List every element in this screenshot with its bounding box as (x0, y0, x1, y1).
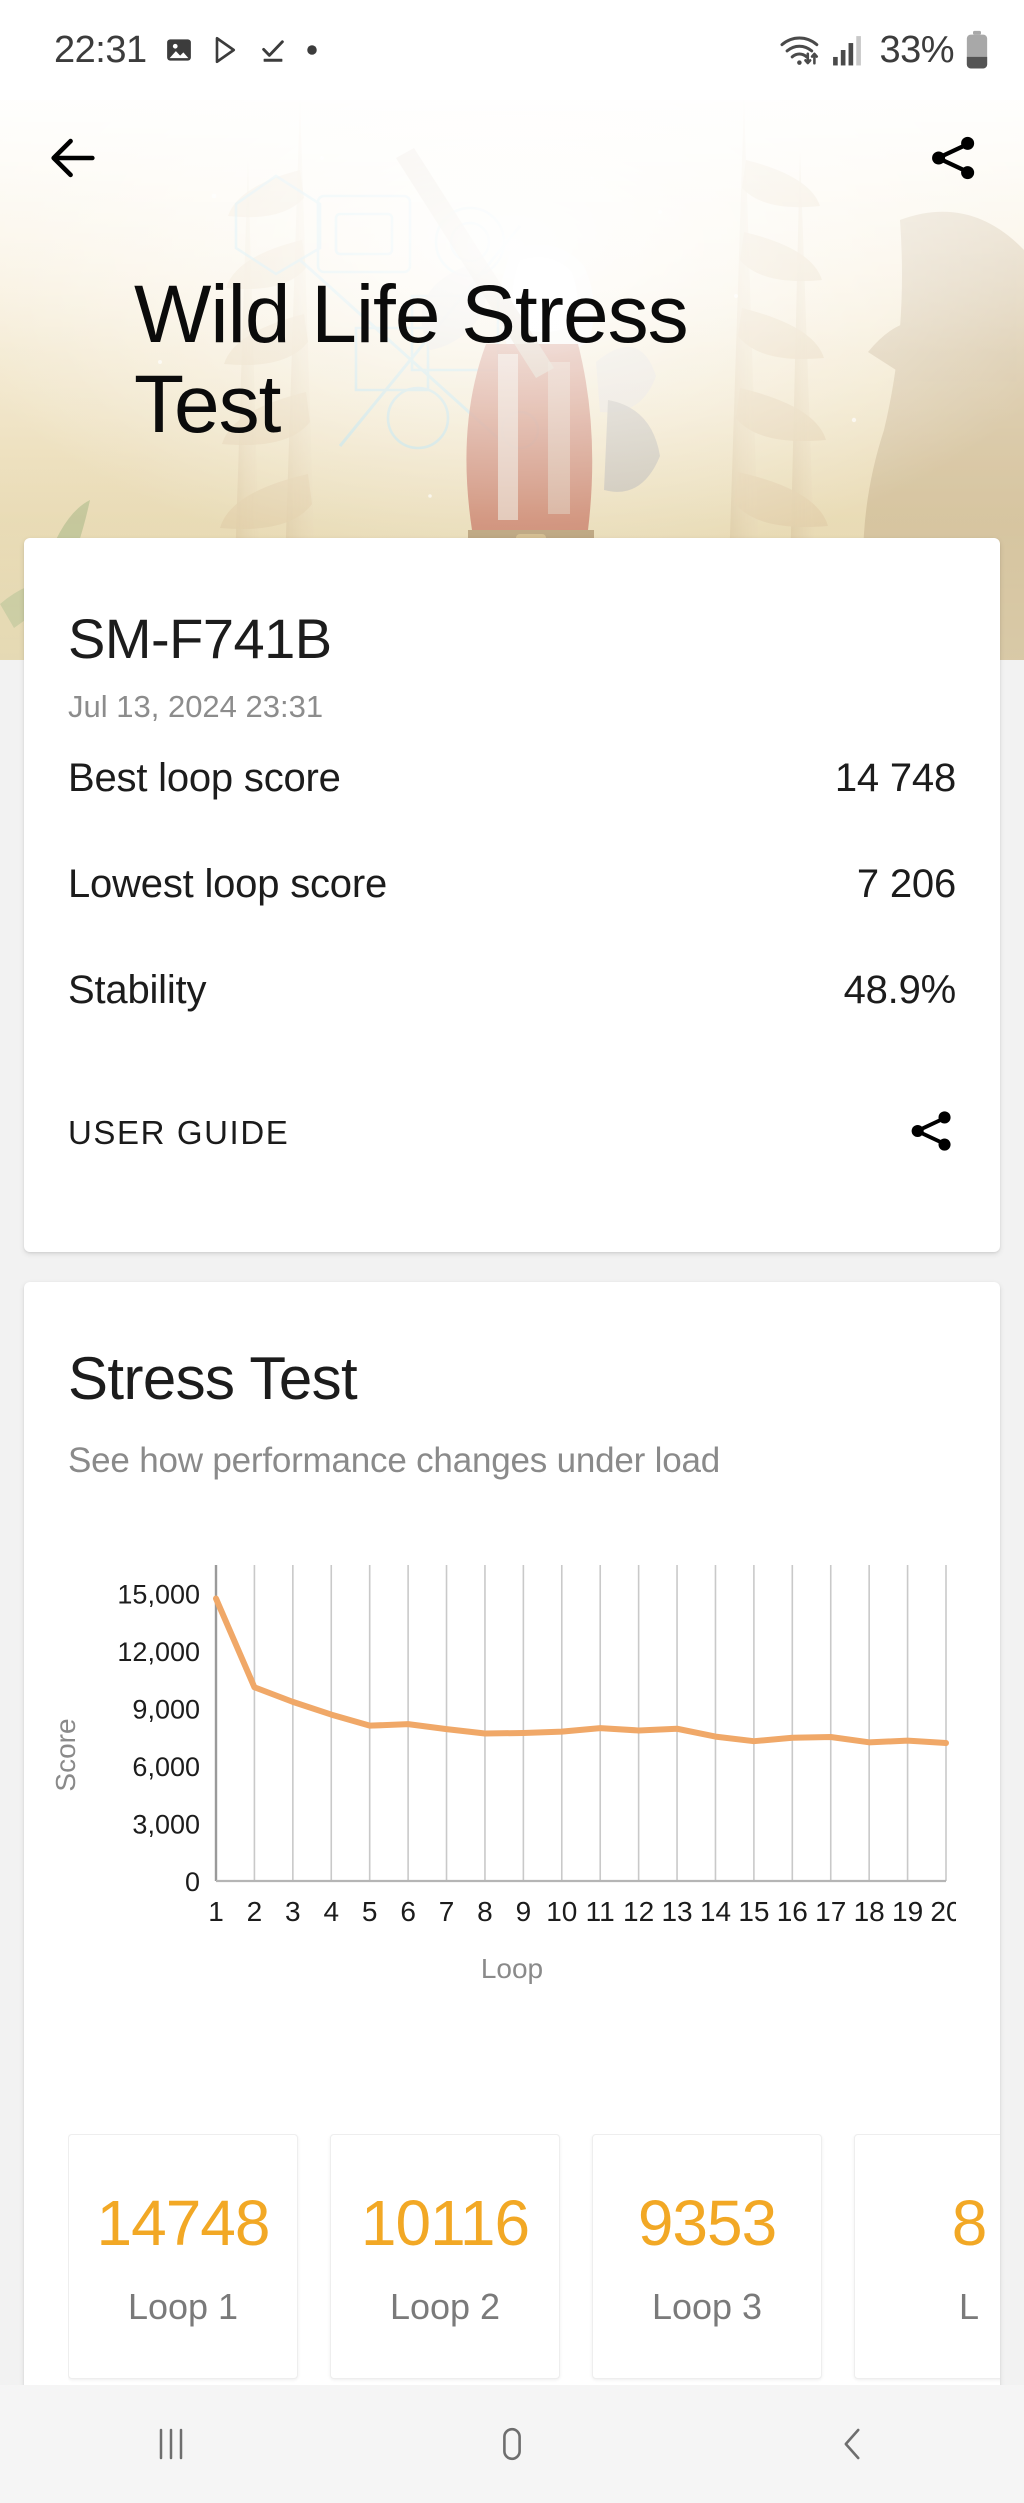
status-bar-clock: 22:31 (54, 28, 147, 71)
table-row: Lowest loop score 7 206 (68, 831, 956, 937)
svg-text:12,000: 12,000 (117, 1637, 200, 1667)
chart-x-axis-label: Loop (480, 1953, 544, 1984)
hero-toolbar (0, 100, 1024, 220)
svg-text:0: 0 (185, 1867, 200, 1897)
dot-icon (305, 43, 319, 57)
loop-score-label: Loop 3 (651, 2285, 763, 2327)
loop-score-label: Loop 2 (389, 2285, 501, 2327)
status-bar: 22:31 33% (0, 0, 1024, 100)
loop-score-value: 14748 (96, 2186, 271, 2259)
card-actions: USER GUIDE (68, 1073, 956, 1193)
svg-text:11: 11 (586, 1896, 615, 1927)
svg-text:15: 15 (738, 1896, 769, 1927)
back-chevron-icon[interactable] (683, 2420, 1024, 2468)
stress-test-subtitle: See how performance changes under load (68, 1441, 720, 1480)
home-icon[interactable] (341, 2420, 682, 2468)
cellular-signal-icon (831, 33, 863, 67)
stress-test-title: Stress Test (68, 1345, 358, 1412)
svg-text:19: 19 (892, 1896, 923, 1927)
device-name: SM-F741B (68, 607, 332, 670)
loop-score-value: 10116 (360, 2186, 530, 2259)
wifi-icon (779, 33, 821, 67)
lowest-loop-score-label: Lowest loop score (68, 861, 388, 906)
best-loop-score-value: 14 748 (834, 755, 956, 800)
svg-text:4: 4 (323, 1896, 339, 1927)
recents-icon[interactable] (0, 2420, 341, 2468)
download-complete-icon (258, 35, 288, 65)
svg-text:3,000: 3,000 (132, 1810, 200, 1840)
svg-text:14: 14 (700, 1896, 731, 1927)
list-item[interactable]: 8 L (854, 2134, 1000, 2379)
svg-text:7: 7 (439, 1896, 455, 1927)
stress-test-card: Stress Test See how performance changes … (24, 1282, 1000, 2462)
svg-text:9: 9 (516, 1896, 532, 1927)
result-timestamp: Jul 13, 2024 23:31 (68, 689, 324, 724)
svg-text:13: 13 (661, 1896, 692, 1927)
table-row: Best loop score 14 748 (68, 725, 956, 831)
system-navigation-bar (0, 2385, 1024, 2503)
stability-value: 48.9% (843, 967, 957, 1012)
result-summary-card: SM-F741B Jul 13, 2024 23:31 Best loop sc… (24, 538, 1000, 1252)
page-title: Wild Life Stress Test (134, 269, 689, 451)
loop-score-line-chart: 03,0006,0009,00012,00015,0001 2 3 4 5 6 7 8 9 10 1… (117, 1565, 956, 1927)
best-loop-score-label: Best loop score (68, 755, 341, 800)
svg-text:20: 20 (930, 1896, 956, 1927)
status-bar-right: 33% (779, 29, 990, 72)
photos-icon (164, 35, 194, 65)
stability-label: Stability (68, 967, 207, 1012)
svg-text:1: 1 (208, 1896, 224, 1927)
battery-percent-label: 33% (879, 28, 954, 71)
loop-score-list[interactable]: 14748 Loop 1 10116 Loop 2 9353 Loop 3 8 … (68, 2134, 1000, 2394)
list-item[interactable]: 10116 Loop 2 (330, 2134, 560, 2379)
table-row: Stability 48.9% (68, 937, 956, 1043)
loop-score-label: Loop 1 (127, 2285, 239, 2327)
svg-text:10: 10 (546, 1896, 577, 1927)
svg-text:6,000: 6,000 (132, 1752, 200, 1782)
loop-score-label: L (958, 2285, 980, 2327)
list-item[interactable]: 9353 Loop 3 (592, 2134, 822, 2379)
svg-text:8: 8 (477, 1896, 493, 1927)
svg-text:3: 3 (285, 1896, 301, 1927)
svg-text:2: 2 (247, 1896, 263, 1927)
user-guide-button[interactable]: USER GUIDE (68, 1114, 289, 1152)
play-store-icon (211, 35, 241, 65)
lowest-loop-score-value: 7 206 (856, 861, 956, 906)
svg-text:15,000: 15,000 (117, 1580, 200, 1610)
status-bar-left: 22:31 (54, 29, 319, 72)
back-arrow-icon[interactable] (44, 129, 102, 192)
loop-score-value: 9353 (637, 2186, 777, 2259)
svg-text:5: 5 (362, 1896, 378, 1927)
share-icon[interactable] (926, 131, 980, 190)
battery-icon (964, 30, 990, 70)
svg-text:17: 17 (815, 1896, 846, 1927)
svg-text:12: 12 (623, 1896, 654, 1927)
list-item[interactable]: 14748 Loop 1 (68, 2134, 298, 2379)
svg-text:6: 6 (400, 1896, 416, 1927)
svg-text:18: 18 (854, 1896, 885, 1927)
chart-y-axis-label: Score (50, 1718, 81, 1792)
stress-test-chart: 0 3,000 6,000 9,000 12,000 15,000 1 2 3 4 5 6 7 8 9 10 1… (50, 1559, 956, 1984)
svg-text:9,000: 9,000 (132, 1695, 200, 1725)
svg-text:16: 16 (777, 1896, 808, 1927)
loop-score-value: 8 (951, 2186, 988, 2259)
share-icon[interactable] (906, 1106, 956, 1161)
